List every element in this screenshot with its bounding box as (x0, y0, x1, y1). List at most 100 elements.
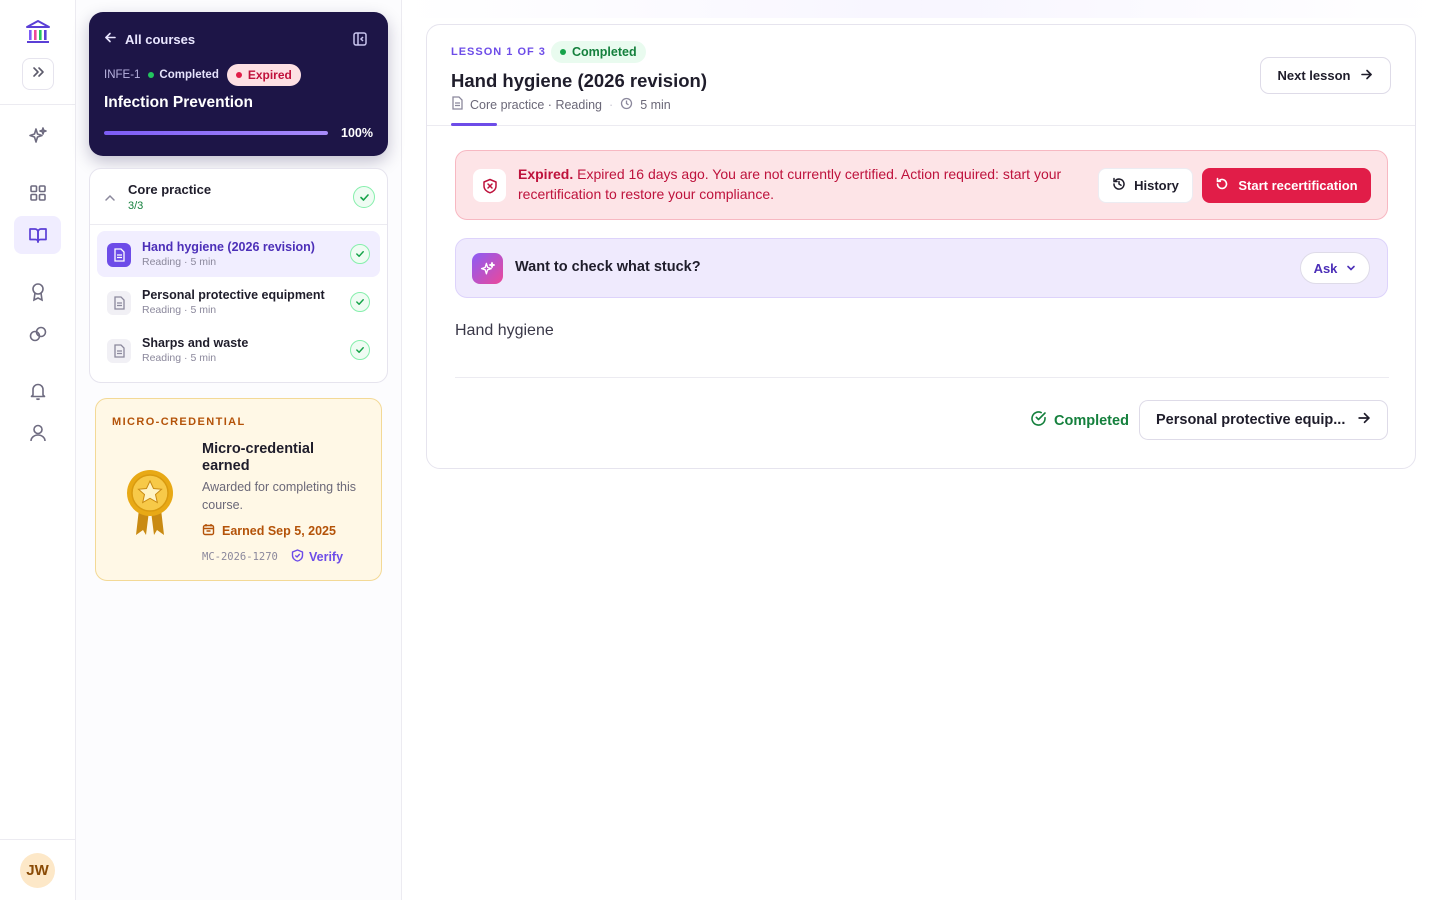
expired-badge: Expired (226, 64, 301, 86)
content-divider (455, 377, 1389, 378)
lesson-body-heading: Hand hygiene (455, 322, 554, 339)
history-label: History (1134, 178, 1179, 193)
alert-strong: Expired. (518, 166, 574, 182)
award-icon[interactable] (22, 276, 54, 308)
verify-label: Verify (309, 550, 344, 564)
expired-alert: Expired. Expired 16 days ago. You are no… (455, 150, 1388, 220)
course-progress-bar (104, 131, 328, 135)
module-header[interactable]: Core practice 3/3 (90, 169, 387, 225)
lesson-name: Personal protective equipment (142, 288, 325, 302)
lesson-name: Hand hygiene (2026 revision) (142, 240, 315, 254)
lesson-item[interactable]: Sharps and waste Reading · 5 min (97, 327, 380, 373)
collapse-panel-icon[interactable] (352, 31, 368, 47)
top-glow (402, 0, 1440, 18)
module-card: Core practice 3/3 Hand hygiene (2026 rev… (89, 168, 388, 383)
chevron-up-icon (104, 191, 116, 203)
lesson-name: Sharps and waste (142, 336, 249, 350)
alert-text: Expired 16 days ago. You are not current… (518, 166, 1062, 202)
lesson-header: LESSON 1 OF 3 Completed Hand hygiene (20… (427, 25, 1415, 126)
course-code: INFE-1 (104, 69, 141, 81)
course-progress-label: 100% (341, 126, 373, 140)
rail-divider (0, 839, 76, 840)
course-title: Infection Prevention (104, 94, 253, 111)
medal-icon (125, 469, 175, 539)
lesson-card: LESSON 1 OF 3 Completed Hand hygiene (20… (426, 24, 1416, 469)
rail-divider (0, 104, 76, 105)
all-courses-link[interactable]: All courses (104, 31, 195, 47)
check-icon (353, 186, 375, 208)
document-icon (107, 291, 131, 315)
next-lesson-card-button[interactable]: Personal protective equip... (1139, 400, 1388, 440)
institution-logo-icon[interactable] (24, 18, 52, 46)
sparkle-icon (472, 253, 503, 284)
dashboard-icon[interactable] (22, 177, 54, 209)
arrow-right-icon (1360, 68, 1373, 84)
shield-x-icon (473, 169, 506, 202)
status-dot-icon (148, 72, 155, 78)
status-dot-icon (560, 49, 566, 55)
verify-link[interactable]: Verify (291, 549, 343, 565)
credential-description: Awarded for completing this course. (202, 480, 357, 512)
credential-earned: Earned Sep 5, 2025 (202, 523, 336, 539)
course-progress-fill (104, 131, 328, 135)
course-header-card: All courses INFE-1 Completed Expired Inf… (89, 12, 388, 156)
document-icon (107, 339, 131, 363)
lesson-sub: Reading · 5 min (142, 304, 217, 316)
lesson-item[interactable]: Hand hygiene (2026 revision) Reading · 5… (97, 231, 380, 277)
all-courses-label: All courses (125, 31, 196, 47)
lesson-sub: Reading · 5 min (142, 352, 217, 364)
lesson-duration: 5 min (640, 97, 671, 112)
completed-label: Completed (1054, 412, 1129, 429)
expand-rail-button[interactable] (22, 58, 54, 90)
start-recertification-button[interactable]: Start recertification (1202, 168, 1371, 203)
credential-id: MC-2026-1270 (202, 551, 278, 563)
ask-label: Ask (1313, 260, 1338, 276)
lesson-sub: Reading · 5 min (142, 256, 217, 268)
book-icon[interactable] (14, 216, 61, 254)
sparkle-icon[interactable] (22, 120, 54, 152)
bell-icon[interactable] (22, 375, 54, 407)
meta-separator: · (609, 97, 614, 112)
next-lesson-button[interactable]: Next lesson (1260, 57, 1391, 94)
chevrons-right-icon (31, 65, 45, 84)
user-icon[interactable] (22, 417, 54, 449)
module-name: Core practice (128, 182, 212, 197)
lesson-item[interactable]: Personal protective equipment Reading · … (97, 279, 380, 325)
expired-label: Expired (247, 68, 292, 82)
alert-message: Expired. Expired 16 days ago. You are no… (518, 164, 1093, 204)
shield-check-icon (291, 549, 304, 565)
left-rail: JW (0, 0, 76, 900)
knowledge-check-question: Want to check what stuck? (515, 259, 701, 275)
clock-icon (620, 97, 633, 113)
document-icon (107, 243, 131, 267)
next-lesson-card-label: Personal protective equip... (1156, 412, 1346, 428)
avatar[interactable]: JW (20, 853, 55, 888)
check-icon (350, 340, 370, 360)
start-recertification-label: Start recertification (1238, 178, 1358, 193)
status-badge: Completed (551, 41, 646, 63)
completed-indicator: Completed (1030, 410, 1129, 431)
credential-eyebrow: MICRO-CREDENTIAL (112, 416, 246, 428)
micro-credential-card: MICRO-CREDENTIAL Micro-credential earned… (95, 398, 382, 581)
course-status-label: Completed (159, 69, 219, 81)
status-label: Completed (572, 45, 637, 59)
module-count: 3/3 (128, 200, 144, 212)
history-icon (1112, 177, 1126, 194)
refresh-icon (1215, 177, 1229, 194)
tab-indicator (451, 123, 497, 126)
course-panel: All courses INFE-1 Completed Expired Inf… (76, 0, 402, 900)
ask-dropdown-button[interactable]: Ask (1300, 252, 1370, 284)
knowledge-check-banner: Want to check what stuck? Ask (455, 238, 1388, 298)
credential-earned-label: Earned Sep 5, 2025 (222, 524, 336, 538)
credential-title: Micro-credential earned (202, 441, 314, 474)
arrow-right-icon (1357, 411, 1371, 429)
link-icon[interactable] (22, 318, 54, 350)
next-lesson-label: Next lesson (1277, 68, 1351, 83)
history-button[interactable]: History (1098, 168, 1193, 203)
lesson-meta: Core practice · Reading · 5 min (451, 96, 671, 113)
course-meta: INFE-1 Completed Expired (104, 64, 301, 86)
arrow-left-icon (104, 31, 117, 47)
check-icon (350, 292, 370, 312)
page-title: Hand hygiene (2026 revision) (451, 70, 708, 91)
lesson-eyebrow: LESSON 1 OF 3 (451, 46, 546, 58)
